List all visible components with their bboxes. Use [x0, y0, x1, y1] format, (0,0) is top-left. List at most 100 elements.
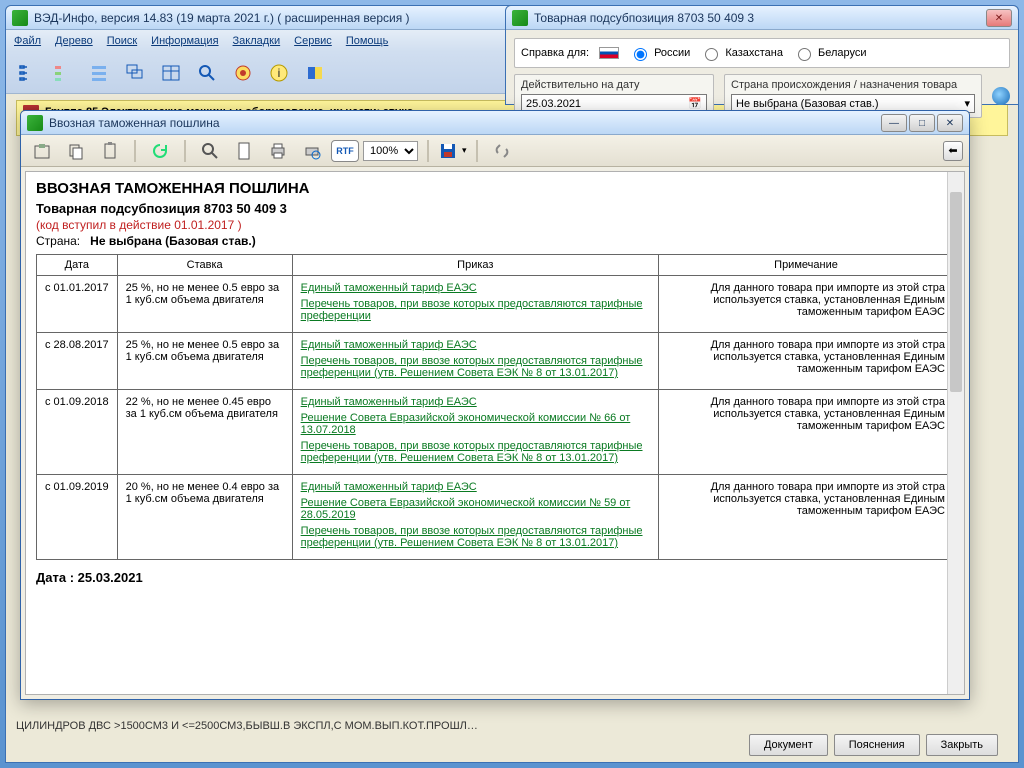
document-button[interactable]: Документ	[749, 734, 828, 756]
cell-date: с 01.01.2017	[37, 276, 118, 333]
back-arrow-button[interactable]: ⬅	[943, 141, 963, 161]
radio-belarus[interactable]: Беларуси	[793, 45, 867, 61]
footer-date: Дата : 25.03.2021	[36, 570, 954, 585]
save-icon[interactable]	[438, 141, 458, 161]
menu-info[interactable]: Информация	[151, 35, 218, 47]
menu-bookmarks[interactable]: Закладки	[233, 35, 281, 47]
col-date: Дата	[37, 255, 118, 276]
cell-rate: 20 %, но не менее 0.4 евро за 1 куб.см о…	[117, 475, 292, 560]
cascade-icon[interactable]	[120, 58, 150, 88]
ref-for-label: Справка для:	[521, 47, 589, 59]
radio-by-input[interactable]	[798, 48, 811, 61]
ref-titlebar: Товарная подсубпозиция 8703 50 409 3 ✕	[506, 6, 1018, 30]
close-app-button[interactable]: Закрыть	[926, 734, 998, 756]
info-icon[interactable]: i	[264, 58, 294, 88]
radio-russia-input[interactable]	[634, 48, 647, 61]
svg-text:i: i	[278, 66, 281, 80]
tariff-maximize-button[interactable]: □	[909, 114, 935, 132]
tariff-app-icon	[27, 115, 43, 131]
cell-order: Единый таможенный тариф ЕАЭС Решение Сове…	[292, 390, 658, 475]
print-icon[interactable]	[263, 136, 293, 166]
menu-file[interactable]: Файл	[14, 35, 41, 47]
globe-icon[interactable]	[992, 87, 1010, 105]
order-link[interactable]: Перечень товаров, при ввозе которых пред…	[301, 440, 650, 464]
code-active-note: (код вступил в действие 01.01.2017 )	[36, 218, 954, 232]
cell-note: Для данного товара при импорте из этой с…	[659, 333, 954, 390]
calendar-icon[interactable]: 📅	[688, 97, 702, 110]
order-link[interactable]: Перечень товаров, при ввозе которых пред…	[301, 525, 650, 549]
country-value: Не выбрана (Базовая став.)	[90, 234, 256, 248]
cell-order: Единый таможенный тариф ЕАЭС Решение Сове…	[292, 475, 658, 560]
tariff-toolbar: RTF 100% ▾ ⬅	[21, 135, 969, 167]
app-icon	[12, 10, 28, 26]
col-rate: Ставка	[117, 255, 292, 276]
cell-rate: 25 %, но не менее 0.5 евро за 1 куб.см о…	[117, 276, 292, 333]
tariff-minimize-button[interactable]: —	[881, 114, 907, 132]
order-link[interactable]: Перечень товаров, при ввозе которых пред…	[301, 355, 650, 379]
search-icon[interactable]	[195, 136, 225, 166]
reference-panel: Товарная подсубпозиция 8703 50 409 3 ✕ С…	[505, 5, 1019, 105]
origin-label: Страна происхождения / назначения товара	[731, 79, 975, 91]
menu-search[interactable]: Поиск	[107, 35, 137, 47]
tariff-heading: ВВОЗНАЯ ТАМОЖЕННАЯ ПОШЛИНА	[36, 180, 954, 197]
tree-icon[interactable]	[12, 58, 42, 88]
radio-russia[interactable]: России	[629, 45, 690, 61]
cell-note: Для данного товара при импорте из этой с…	[659, 276, 954, 333]
tariff-table: Дата Ставка Приказ Примечание с 01.01.20…	[36, 254, 954, 560]
menu-help[interactable]: Помощь	[346, 35, 389, 47]
order-link[interactable]: Решение Совета Евразийской экономической…	[301, 412, 650, 436]
menu-tree[interactable]: Дерево	[55, 35, 93, 47]
list-icon[interactable]	[84, 58, 114, 88]
table-icon[interactable]	[156, 58, 186, 88]
tariff-window: Ввозная таможенная пошлина — □ ✕ RTF 100…	[20, 110, 970, 700]
refresh-icon[interactable]	[145, 136, 175, 166]
order-link[interactable]: Перечень товаров, при ввозе которых пред…	[301, 298, 650, 322]
status-line: ЦИЛИНДРОВ ДВС >1500СМ3 И <=2500СМ3,БЫВШ.…	[16, 720, 1008, 732]
cell-note: Для данного товара при импорте из этой с…	[659, 475, 954, 560]
order-link[interactable]: Единый таможенный тариф ЕАЭС	[301, 396, 650, 408]
col-note: Примечание	[659, 255, 954, 276]
link-icon[interactable]	[487, 136, 517, 166]
outline-icon[interactable]	[48, 58, 78, 88]
rtf-icon[interactable]: RTF	[331, 140, 359, 162]
ref-app-icon	[512, 10, 528, 26]
ref-close-button[interactable]: ✕	[986, 9, 1012, 27]
dropdown-arrow-icon[interactable]: ▾	[462, 145, 467, 156]
origin-value: Не выбрана (Базовая став.)	[736, 98, 879, 110]
ref-title: Товарная подсубпозиция 8703 50 409 3	[534, 11, 754, 25]
export-icon[interactable]	[27, 136, 57, 166]
copy-icon[interactable]	[61, 136, 91, 166]
menu-service[interactable]: Сервис	[294, 35, 332, 47]
order-link[interactable]: Единый таможенный тариф ЕАЭС	[301, 339, 650, 351]
radio-by-label: Беларуси	[818, 47, 867, 59]
order-link[interactable]: Решение Совета Евразийской экономической…	[301, 497, 650, 521]
chevron-down-icon: ▾	[964, 97, 970, 110]
cell-rate: 22 %, но не менее 0.45 евро за 1 куб.см …	[117, 390, 292, 475]
magnifier-icon[interactable]	[192, 58, 222, 88]
table-row: с 01.01.201725 %, но не менее 0.5 евро з…	[37, 276, 954, 333]
radio-kazakhstan[interactable]: Казахстана	[700, 45, 783, 61]
order-link[interactable]: Единый таможенный тариф ЕАЭС	[301, 282, 650, 294]
tariff-title: Ввозная таможенная пошлина	[49, 116, 220, 130]
radio-kz-input[interactable]	[705, 48, 718, 61]
book-icon[interactable]	[300, 58, 330, 88]
table-row: с 28.08.201725 %, но не менее 0.5 евро з…	[37, 333, 954, 390]
country-radio-row: Справка для: России Казахстана Беларуси	[514, 38, 1010, 68]
vertical-scrollbar[interactable]	[947, 172, 964, 694]
print-preview-icon[interactable]	[297, 136, 327, 166]
table-row: с 01.09.201822 %, но не менее 0.45 евро …	[37, 390, 954, 475]
table-row: с 01.09.201920 %, но не менее 0.4 евро з…	[37, 475, 954, 560]
page-icon[interactable]	[229, 136, 259, 166]
zoom-combo[interactable]: 100%	[363, 141, 418, 161]
bottom-buttons: Документ Пояснения Закрыть	[749, 734, 998, 756]
country-line: Страна: Не выбрана (Базовая став.)	[36, 234, 954, 248]
explanations-button[interactable]: Пояснения	[834, 734, 920, 756]
scrollbar-thumb[interactable]	[950, 192, 962, 392]
tariff-titlebar: Ввозная таможенная пошлина — □ ✕	[21, 111, 969, 135]
valid-date-value: 25.03.2021	[526, 98, 581, 110]
order-link[interactable]: Единый таможенный тариф ЕАЭС	[301, 481, 650, 493]
cell-date: с 28.08.2017	[37, 333, 118, 390]
paste-icon[interactable]	[95, 136, 125, 166]
target-icon[interactable]	[228, 58, 258, 88]
tariff-close-button[interactable]: ✕	[937, 114, 963, 132]
